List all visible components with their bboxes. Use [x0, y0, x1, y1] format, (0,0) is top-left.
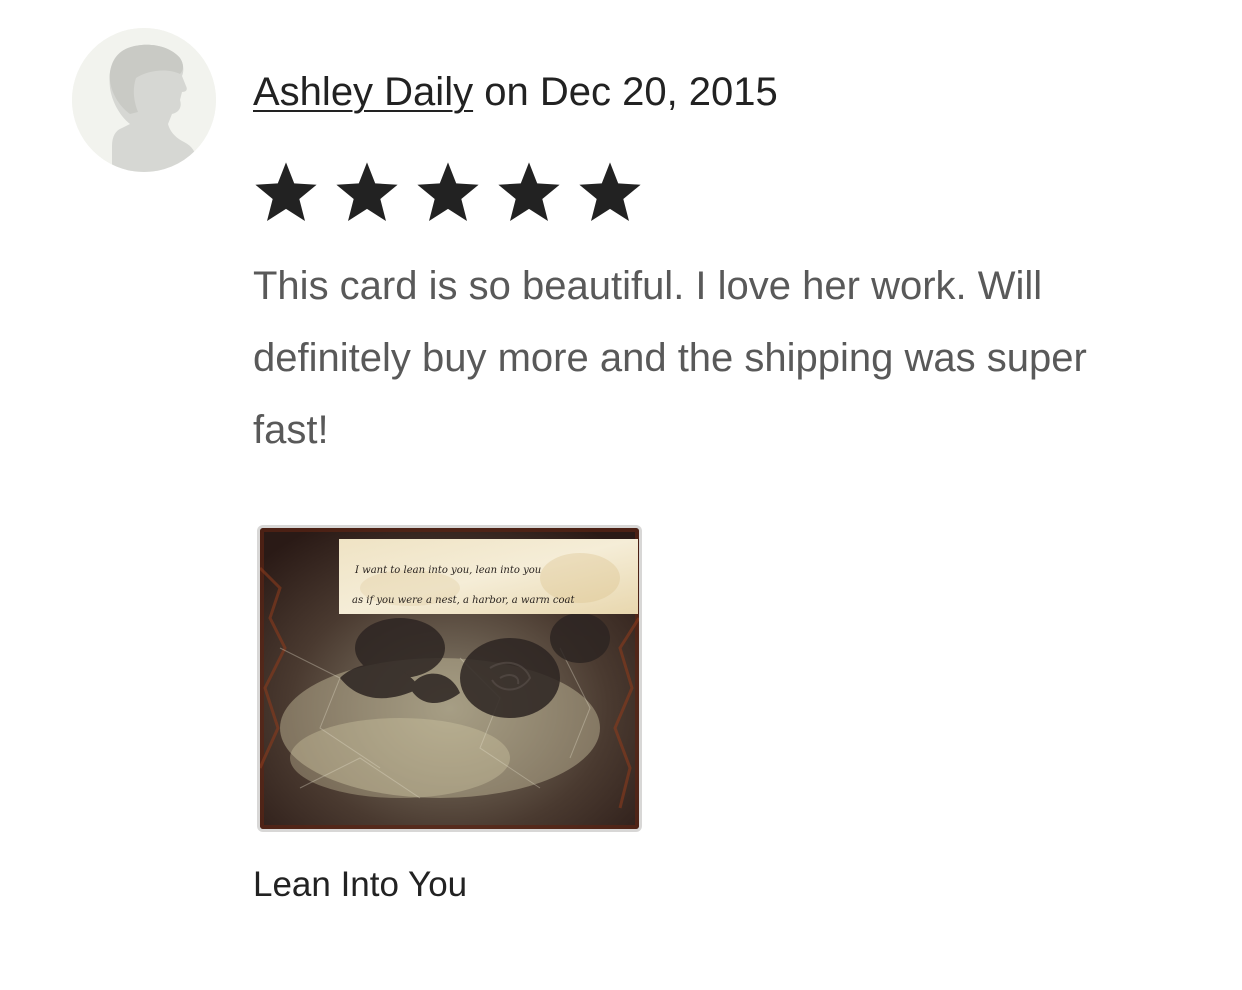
- photo-caption-line-2: as if you were a nest, a harbor, a warm …: [352, 595, 575, 606]
- star-rating: [252, 158, 644, 228]
- review-photo[interactable]: I want to lean into you, lean into you a…: [257, 525, 642, 832]
- reviewer-name-link[interactable]: Ashley Daily: [253, 70, 473, 114]
- star-filled-icon: [255, 162, 317, 222]
- star-filled-icon: [417, 162, 479, 222]
- default-user-silhouette-icon: [72, 28, 216, 172]
- date-prefix: on: [484, 70, 529, 114]
- star-filled-icon: [336, 162, 398, 222]
- star-filled-icon: [579, 162, 641, 222]
- photo-caption-line-1: I want to lean into you, lean into you: [354, 565, 541, 576]
- reviewer-avatar: [72, 28, 216, 172]
- product-title-link[interactable]: Lean Into You: [253, 862, 467, 908]
- product-photo-image: I want to lean into you, lean into you a…: [260, 528, 639, 829]
- review-header: Ashley Daily on Dec 20, 2015: [253, 66, 778, 118]
- star-filled-icon: [498, 162, 560, 222]
- review-text: This card is so beautiful. I love her wo…: [253, 264, 1087, 452]
- review-date: Dec 20, 2015: [539, 70, 778, 114]
